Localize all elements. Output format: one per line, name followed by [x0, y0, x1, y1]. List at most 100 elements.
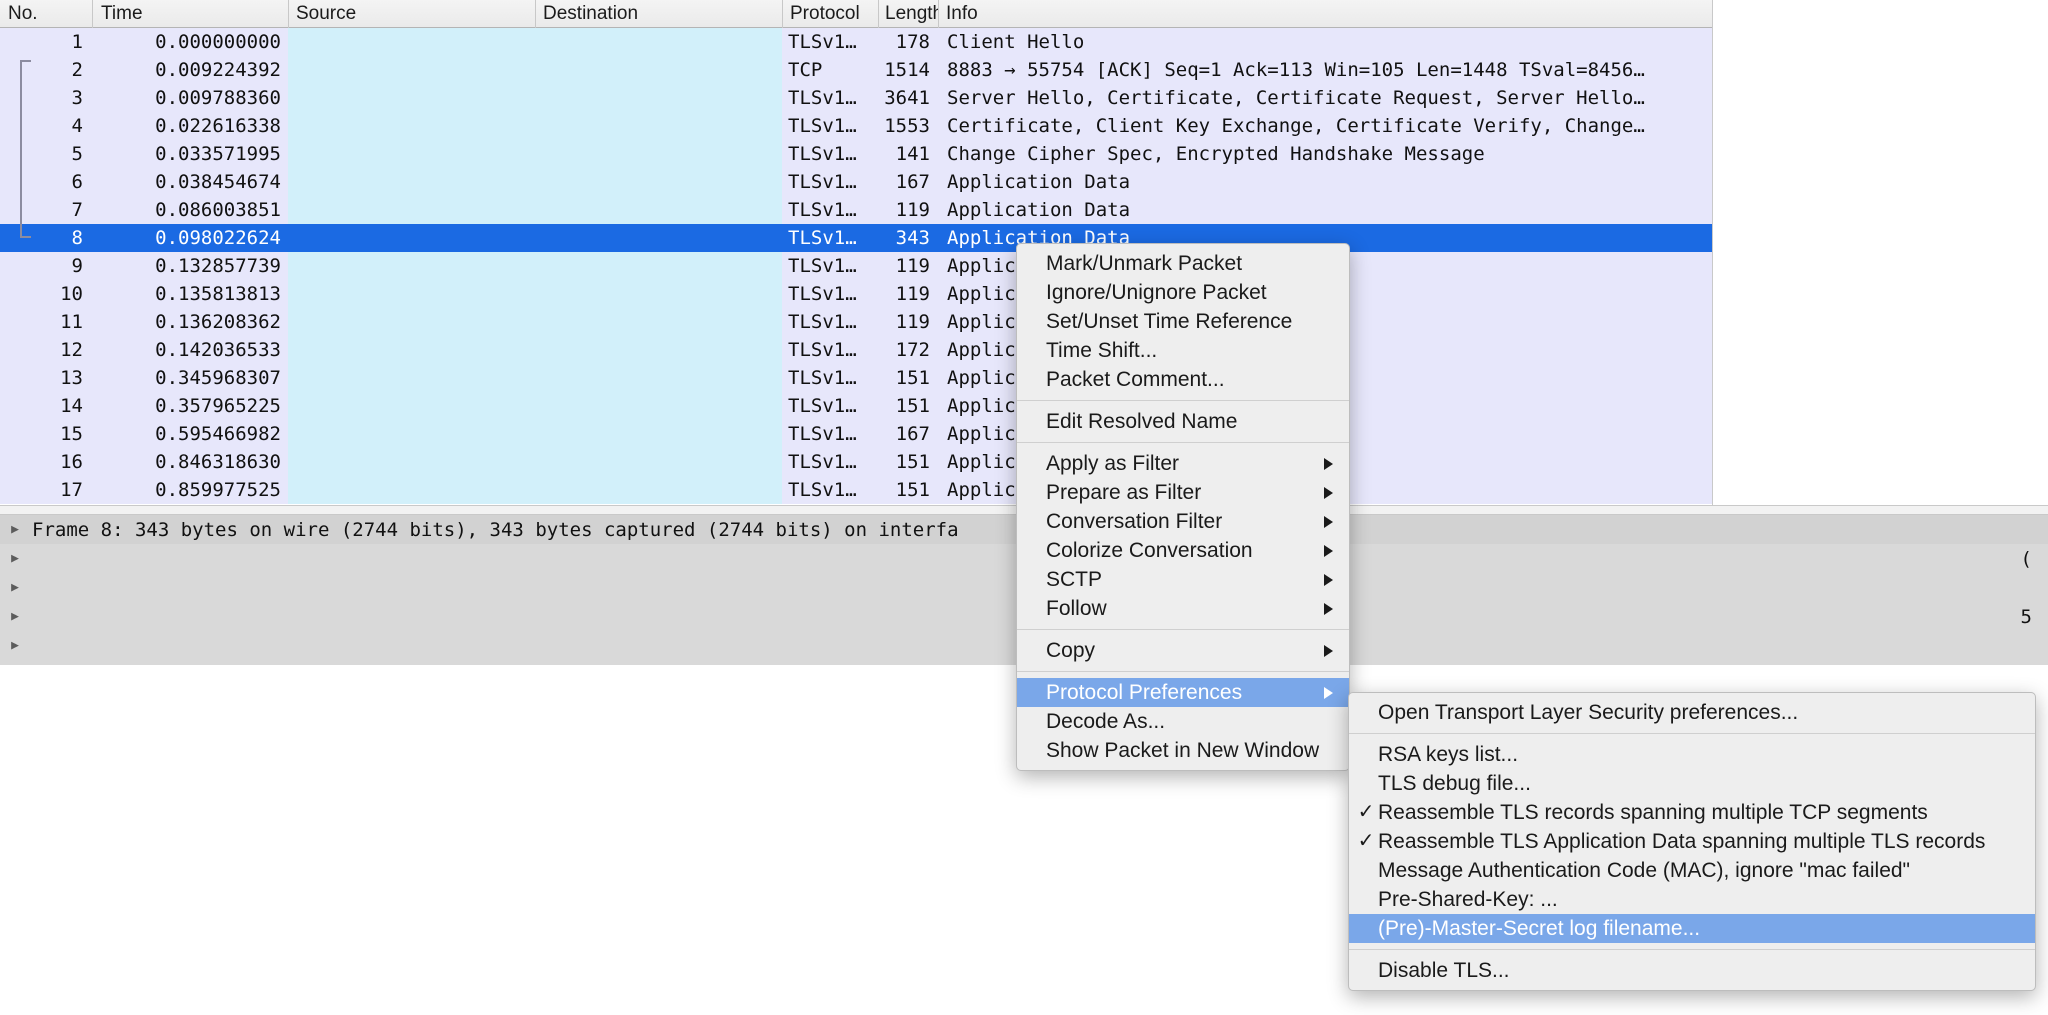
packet-list-body[interactable]: 1 0.000000000 TLSv1… 178 Client Hello 2 0.0092…: [0, 28, 1712, 504]
packet-context-menu[interactable]: Mark/Unmark Packet Ignore/Unignore Packet…: [1016, 243, 1350, 771]
menu-item-label: Protocol Preferences: [1046, 681, 1243, 704]
submenu-item-label: TLS debug file...: [1378, 772, 1531, 795]
packet-row[interactable]: 140.357965225TLSv1…151Application Data: [0, 392, 1712, 420]
packet-row[interactable]: 1 0.000000000 TLSv1… 178 Client Hello: [0, 28, 1712, 56]
menu-item-follow[interactable]: Follow: [1017, 594, 1349, 623]
packet-row[interactable]: 150.595466982TLSv1…167Application Data: [0, 420, 1712, 448]
packet-cell-no: 7: [71, 199, 83, 221]
packet-row[interactable]: 100.135813813TLSv1…119Application Data: [0, 280, 1712, 308]
expand-triangle-icon[interactable]: ▶: [0, 580, 30, 595]
column-header-destination[interactable]: Destination: [535, 0, 782, 28]
menu-item-edit-resolved-name[interactable]: Edit Resolved Name: [1017, 407, 1349, 436]
packet-row[interactable]: 170.859977525TLSv1…151Application Data: [0, 476, 1712, 504]
menu-item-time-shift[interactable]: Time Shift...: [1017, 336, 1349, 365]
menu-item-mark-unmark-packet[interactable]: Mark/Unmark Packet: [1017, 249, 1349, 278]
packet-row[interactable]: 8 0.098022624 TLSv1… 343 Application Data: [0, 224, 1712, 252]
menu-item-copy[interactable]: Copy: [1017, 636, 1349, 665]
packet-row[interactable]: 3 0.009788360 TLSv1… 3641 Server Hello, Cert…: [0, 84, 1712, 112]
submenu-arrow-icon: [1324, 644, 1333, 657]
menu-item-label: Colorize Conversation: [1046, 539, 1253, 562]
column-header-info[interactable]: Info: [938, 0, 1712, 28]
packet-cell-destination: [535, 392, 782, 420]
packet-cell-no: 12: [60, 339, 83, 361]
submenu-arrow-icon: [1324, 686, 1333, 699]
packet-cell-no: 11: [60, 311, 83, 333]
packet-cell-no: 5: [71, 143, 83, 165]
packet-cell-length: 1553: [884, 115, 930, 137]
expand-triangle-icon[interactable]: ▶: [0, 609, 30, 624]
menu-separator: [1017, 442, 1349, 443]
submenu-item-label: Pre-Shared-Key: ...: [1378, 888, 1558, 911]
menu-item-sctp[interactable]: SCTP: [1017, 565, 1349, 594]
menu-item-prepare-as-filter[interactable]: Prepare as Filter: [1017, 478, 1349, 507]
column-header-source[interactable]: Source: [288, 0, 535, 28]
packet-cell-destination: [535, 280, 782, 308]
submenu-item-message-authentication-code-mac-ignore-mac-failed[interactable]: Message Authentication Code (MAC), ignor…: [1349, 856, 2035, 885]
packet-row[interactable]: 130.345968307TLSv1…151Application Data: [0, 364, 1712, 392]
menu-item-show-packet-in-new-window[interactable]: Show Packet in New Window: [1017, 736, 1349, 765]
packet-cell-protocol: TCP: [788, 59, 823, 81]
menu-item-packet-comment[interactable]: Packet Comment...: [1017, 365, 1349, 394]
menu-separator: [1017, 671, 1349, 672]
packet-cell-length: 343: [895, 227, 930, 249]
column-header-protocol[interactable]: Protocol: [782, 0, 878, 28]
column-header-length[interactable]: Length: [878, 0, 938, 28]
expand-triangle-icon[interactable]: ▶: [0, 551, 30, 566]
packet-row[interactable]: 7 0.086003851 TLSv1… 119 Application Data: [0, 196, 1712, 224]
packet-cell-source: [288, 196, 535, 224]
packet-cell-info: 8883 → 55754 [ACK] Seq=1 Ack=113 Win=105…: [947, 59, 1645, 81]
expand-triangle-icon[interactable]: ▶: [0, 522, 30, 537]
packet-cell-source: [288, 336, 535, 364]
menu-item-label: Conversation Filter: [1046, 510, 1223, 533]
expand-triangle-icon[interactable]: ▶: [0, 638, 30, 653]
packet-cell-source: [288, 224, 535, 252]
packet-list-header[interactable]: No. Time Source Destination Protocol Len…: [0, 0, 1712, 28]
submenu-arrow-icon: [1324, 602, 1333, 615]
packet-cell-protocol: TLSv1…: [788, 367, 857, 389]
packet-cell-no: 4: [71, 115, 83, 137]
submenu-item-pre-master-secret-log-filename[interactable]: (Pre)-Master-Secret log filename...: [1349, 914, 2035, 943]
menu-item-colorize-conversation[interactable]: Colorize Conversation: [1017, 536, 1349, 565]
column-header-time[interactable]: Time: [92, 0, 288, 28]
packet-cell-length: 167: [895, 423, 930, 445]
packet-cell-length: 151: [895, 451, 930, 473]
packet-cell-info: Certificate, Client Key Exchange, Certif…: [947, 115, 1645, 137]
packet-row[interactable]: 90.132857739TLSv1…119Application Data: [0, 252, 1712, 280]
packet-cell-protocol: TLSv1…: [788, 171, 857, 193]
menu-item-apply-as-filter[interactable]: Apply as Filter: [1017, 449, 1349, 478]
protocol-preferences-submenu[interactable]: Open Transport Layer Security preference…: [1348, 692, 2036, 991]
menu-item-decode-as[interactable]: Decode As...: [1017, 707, 1349, 736]
packet-cell-length: 3641: [884, 87, 930, 109]
packet-cell-destination: [535, 252, 782, 280]
submenu-arrow-icon: [1324, 457, 1333, 470]
packet-cell-source: [288, 392, 535, 420]
packet-cell-info: Application Data: [947, 199, 1131, 221]
submenu-item-reassemble-tls-application-data-spanning-multiple-tls-records[interactable]: ✓ Reassemble TLS Application Data spannin…: [1349, 827, 2035, 856]
submenu-item-reassemble-tls-records-spanning-multiple-tcp-segments[interactable]: ✓ Reassemble TLS records spanning multipl…: [1349, 798, 2035, 827]
packet-row[interactable]: 110.136208362TLSv1…119Application Data: [0, 308, 1712, 336]
packet-cell-protocol: TLSv1…: [788, 283, 857, 305]
submenu-item-pre-shared-key[interactable]: Pre-Shared-Key: ...: [1349, 885, 2035, 914]
submenu-item-disable-tls[interactable]: Disable TLS...: [1349, 956, 2035, 985]
packet-cell-info: Server Hello, Certificate, Certificate R…: [947, 87, 1645, 109]
submenu-item-tls-debug-file[interactable]: TLS debug file...: [1349, 769, 2035, 798]
packet-cell-time: 0.086003851: [155, 199, 281, 221]
packet-row[interactable]: 160.846318630TLSv1…151Application Data: [0, 448, 1712, 476]
menu-item-conversation-filter[interactable]: Conversation Filter: [1017, 507, 1349, 536]
packet-cell-time: 0.009788360: [155, 87, 281, 109]
packet-cell-time: 0.009224392: [155, 59, 281, 81]
packet-cell-source: [288, 168, 535, 196]
packet-row[interactable]: 5 0.033571995 TLSv1… 141 Change Cipher Spec,…: [0, 140, 1712, 168]
packet-row[interactable]: 2 0.009224392 TCP 1514 8883 → 55754 [ACK] Se…: [0, 56, 1712, 84]
column-header-no[interactable]: No.: [0, 0, 92, 28]
menu-item-protocol-preferences[interactable]: Protocol Preferences: [1017, 678, 1349, 707]
packet-row[interactable]: 4 0.022616338 TLSv1… 1553 Certificate, Clien…: [0, 112, 1712, 140]
submenu-item-open-transport-layer-security-preferences[interactable]: Open Transport Layer Security preference…: [1349, 698, 2035, 727]
menu-item-ignore-unignore-packet[interactable]: Ignore/Unignore Packet: [1017, 278, 1349, 307]
packet-row[interactable]: 6 0.038454674 TLSv1… 167 Application Data: [0, 168, 1712, 196]
menu-item-set-unset-time-reference[interactable]: Set/Unset Time Reference: [1017, 307, 1349, 336]
submenu-item-rsa-keys-list[interactable]: RSA keys list...: [1349, 740, 2035, 769]
packet-list-pane[interactable]: No. Time Source Destination Protocol Len…: [0, 0, 1712, 505]
packet-row[interactable]: 120.142036533TLSv1…172Application Data: [0, 336, 1712, 364]
packet-cell-protocol: TLSv1…: [788, 255, 857, 277]
